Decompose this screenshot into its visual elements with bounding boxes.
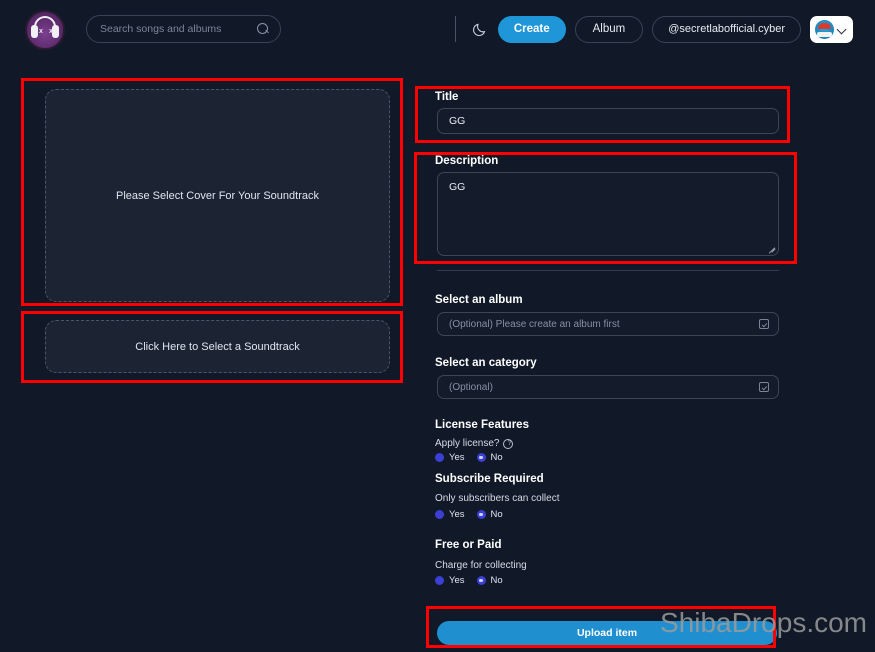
- section-divider: [437, 270, 779, 271]
- paid-radio-yes[interactable]: Yes: [435, 575, 465, 586]
- title-label: Title: [435, 91, 459, 103]
- app-header: x x Search songs and albums Create Album…: [0, 0, 875, 58]
- subscribe-heading: Subscribe Required: [435, 473, 544, 485]
- upload-item-button[interactable]: Upload item: [437, 621, 777, 645]
- album-select-value: (Optional) Please create an album first: [449, 318, 620, 330]
- paid-radio-group: Yes No: [435, 575, 503, 586]
- radio-indicator-no[interactable]: [476, 510, 486, 519]
- title-input[interactable]: [437, 108, 779, 134]
- album-select[interactable]: (Optional) Please create an album first: [437, 312, 779, 336]
- paid-radio-no[interactable]: No: [476, 575, 503, 586]
- radio-indicator-no[interactable]: [476, 453, 486, 462]
- subscribe-radio-no[interactable]: No: [476, 509, 503, 520]
- license-question-text: Apply license?: [435, 438, 500, 449]
- license-radio-group: Yes No: [435, 452, 503, 463]
- license-radio-no[interactable]: No: [476, 452, 503, 463]
- subscribe-question: Only subscribers can collect: [435, 493, 560, 504]
- header-actions: Create Album @secretlabofficial.cyber: [454, 0, 853, 58]
- moon-icon[interactable]: [471, 20, 489, 38]
- license-question: Apply license?: [435, 438, 514, 449]
- search-input[interactable]: Search songs and albums: [100, 23, 257, 35]
- subscribe-radio-yes[interactable]: Yes: [435, 509, 465, 520]
- select-dropdown-icon[interactable]: [759, 319, 769, 329]
- header-divider: [454, 16, 456, 42]
- radio-indicator-yes[interactable]: [435, 510, 444, 519]
- paid-yes-label: Yes: [449, 575, 465, 586]
- license-yes-label: Yes: [449, 452, 465, 463]
- category-select-label: Select an category: [435, 357, 537, 369]
- subscribe-yes-label: Yes: [449, 509, 465, 520]
- license-radio-yes[interactable]: Yes: [435, 452, 465, 463]
- user-menu-button[interactable]: [810, 15, 853, 43]
- account-handle-button[interactable]: @secretlabofficial.cyber: [652, 15, 801, 43]
- paid-heading: Free or Paid: [435, 539, 502, 551]
- radio-indicator-yes[interactable]: [435, 576, 444, 585]
- album-button[interactable]: Album: [574, 15, 644, 43]
- chevron-down-icon[interactable]: [838, 25, 847, 34]
- radio-indicator-no[interactable]: [476, 576, 486, 585]
- license-heading: License Features: [435, 419, 529, 431]
- license-no-label: No: [490, 452, 503, 463]
- description-label: Description: [435, 155, 499, 167]
- headphones-avatar-icon[interactable]: x x: [25, 10, 65, 50]
- cover-dropzone[interactable]: Please Select Cover For Your Soundtrack: [45, 89, 390, 302]
- subscribe-no-label: No: [490, 509, 503, 520]
- create-button[interactable]: Create: [497, 15, 566, 43]
- category-select[interactable]: (Optional): [437, 375, 779, 399]
- search-icon[interactable]: [257, 22, 270, 36]
- eye-right: x: [49, 28, 53, 35]
- paid-question: Charge for collecting: [435, 560, 527, 571]
- subscribe-radio-group: Yes No: [435, 509, 503, 520]
- radio-indicator-yes[interactable]: [435, 453, 444, 462]
- search-bar[interactable]: Search songs and albums: [86, 15, 281, 43]
- headphone-cup-left: [31, 25, 38, 38]
- help-circle-icon[interactable]: [503, 438, 514, 449]
- category-select-value: (Optional): [449, 381, 493, 393]
- subscribe-question-text: Only subscribers can collect: [435, 493, 560, 504]
- app-root: x x Search songs and albums Create Album…: [0, 0, 875, 652]
- album-select-label: Select an album: [435, 294, 523, 306]
- description-textarea[interactable]: [437, 172, 779, 256]
- avatar-body: [817, 31, 832, 37]
- user-avatar-icon: [815, 19, 834, 39]
- soundtrack-dropzone[interactable]: Click Here to Select a Soundtrack: [45, 320, 390, 373]
- paid-question-text: Charge for collecting: [435, 560, 527, 571]
- paid-no-label: No: [490, 575, 503, 586]
- eye-left: x: [39, 28, 43, 35]
- avatar-hat: [818, 22, 831, 29]
- select-dropdown-icon[interactable]: [759, 382, 769, 392]
- headphone-cup-right: [52, 25, 59, 38]
